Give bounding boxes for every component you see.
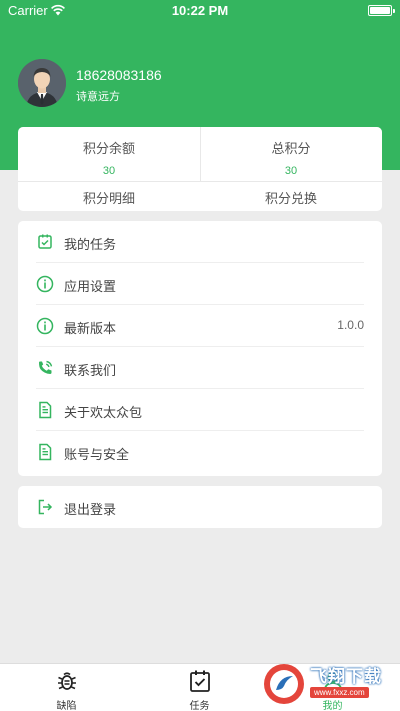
points-total[interactable]: 总积分 30 <box>200 138 382 177</box>
info-circle-icon <box>36 275 54 293</box>
tab-tasks[interactable]: 任务 <box>133 664 266 711</box>
watermark-url: www.fxxz.com <box>310 687 369 698</box>
points-detail-link[interactable]: 积分明细 <box>18 188 200 207</box>
battery-icon <box>368 5 395 16</box>
menu-item-label: 应用设置 <box>64 280 117 295</box>
watermark: 飞翔下载 www.fxxz.com <box>262 660 392 708</box>
tab-label: 任务 <box>189 701 210 711</box>
menu-item-latest-version[interactable]: 最新版本 1.0.0 <box>18 305 382 347</box>
user-nickname: 诗意远方 <box>76 90 120 103</box>
menu-item-about[interactable]: 关于欢太众包 <box>18 389 382 431</box>
status-time: 10:22 PM <box>171 3 229 18</box>
watermark-title: 飞翔下载 <box>310 667 382 687</box>
menu-card: 我的任务 应用设置 最新版本 1.0.0 联系我们 关于欢太众包 账号与安全 <box>18 221 382 476</box>
menu-item-label: 最新版本 <box>64 322 117 337</box>
points-divider-horizontal <box>18 181 382 182</box>
task-check-icon <box>38 234 52 249</box>
menu-item-label: 联系我们 <box>64 364 117 379</box>
version-value: 1.0.0 <box>337 318 364 332</box>
tab-defects[interactable]: 缺陷 <box>0 664 133 711</box>
menu-item-label: 关于欢太众包 <box>64 406 143 421</box>
status-bar: Carrier 10:22 PM <box>0 0 400 22</box>
avatar-person-icon <box>18 59 66 107</box>
menu-item-my-tasks[interactable]: 我的任务 <box>18 221 382 263</box>
points-exchange-link[interactable]: 积分兑换 <box>200 188 382 207</box>
logout-label: 退出登录 <box>64 503 117 518</box>
phone-icon <box>39 360 53 374</box>
points-balance-label: 积分余额 <box>82 142 135 157</box>
document-icon <box>39 443 52 461</box>
clipboard-check-icon <box>190 670 210 692</box>
points-card: 积分余额 30 总积分 30 积分明细 积分兑换 <box>18 127 382 211</box>
menu-item-account-security[interactable]: 账号与安全 <box>18 431 382 473</box>
menu-item-label: 我的任务 <box>64 238 117 253</box>
menu-item-label: 账号与安全 <box>64 448 130 463</box>
info-circle-icon <box>36 317 54 335</box>
document-icon <box>39 401 52 419</box>
menu-item-app-settings[interactable]: 应用设置 <box>18 263 382 305</box>
points-total-label: 总积分 <box>271 142 311 157</box>
bug-icon <box>58 672 76 690</box>
logout-button[interactable]: 退出登录 <box>18 486 382 528</box>
logout-card: 退出登录 <box>18 486 382 528</box>
watermark-logo-icon <box>264 664 304 704</box>
points-total-value: 30 <box>284 165 298 177</box>
user-phone: 18628083186 <box>76 67 162 83</box>
logout-icon <box>38 499 53 515</box>
menu-item-contact-us[interactable]: 联系我们 <box>18 347 382 389</box>
points-balance[interactable]: 积分余额 30 <box>18 138 200 177</box>
tab-label: 缺陷 <box>56 701 77 711</box>
avatar[interactable] <box>18 59 66 107</box>
points-balance-value: 30 <box>102 165 116 177</box>
